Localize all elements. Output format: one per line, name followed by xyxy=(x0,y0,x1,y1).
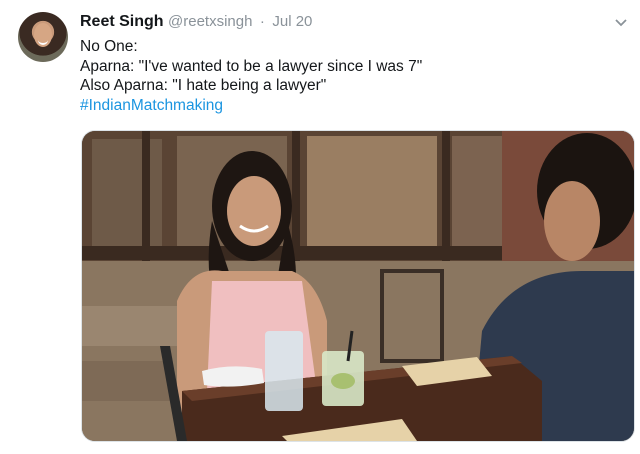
tweet-line: No One: xyxy=(80,38,138,55)
photo-illustration xyxy=(82,131,634,441)
header-separator: · xyxy=(259,13,265,30)
hashtag-link[interactable]: #IndianMatchmaking xyxy=(80,96,620,116)
tweet-header: Reet Singh @reetxsingh · Jul 20 xyxy=(80,13,312,33)
avatar[interactable] xyxy=(18,12,68,62)
chevron-down-icon[interactable] xyxy=(614,16,628,30)
tweet-line: Also Aparna: "I hate being a lawyer" xyxy=(80,77,327,94)
tweet-photo[interactable] xyxy=(81,130,635,442)
author-handle[interactable]: @reetxsingh xyxy=(168,13,252,30)
author-name[interactable]: Reet Singh xyxy=(80,13,164,30)
tweet-text: No One: Aparna: "I've wanted to be a law… xyxy=(80,37,620,115)
tweet: Reet Singh @reetxsingh · Jul 20 No One: … xyxy=(0,0,640,454)
tweet-line: Aparna: "I've wanted to be a lawyer sinc… xyxy=(80,57,423,75)
tweet-date[interactable]: Jul 20 xyxy=(272,13,312,30)
